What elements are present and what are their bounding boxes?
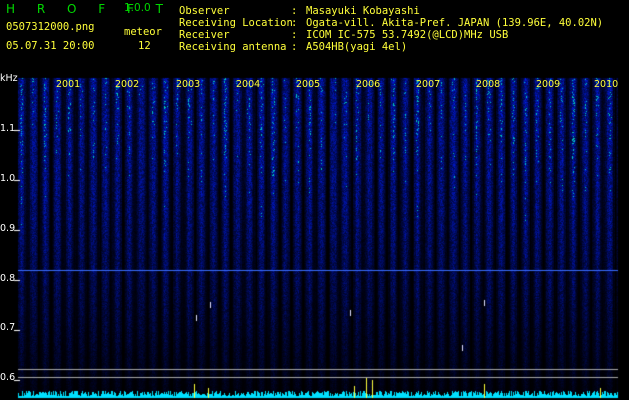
meteor-counter-value: 12: [138, 40, 151, 52]
x-tick-label: 2010: [594, 79, 619, 90]
y-tick-label: 1.1: [0, 123, 16, 134]
location-value: Ogata-vill. Akita-Pref. JAPAN (139.96E, …: [306, 17, 604, 29]
y-tick-label: 1.0: [0, 173, 16, 184]
x-tick-label: 2008: [476, 79, 501, 90]
receiver-label: Receiver: [179, 29, 230, 41]
x-tick-label: 2001: [56, 79, 81, 90]
y-tick-label: 0.6: [0, 372, 16, 383]
file-name: 0507312000.png: [6, 21, 95, 33]
receiver-value: ICOM IC-575 53.7492(@LCD)MHz USB: [306, 29, 509, 41]
timestamp: 05.07.31 20:00: [6, 40, 95, 52]
x-tick-label: 2002: [115, 79, 140, 90]
spectrogram: [0, 0, 629, 400]
y-tick-label: 0.9: [0, 223, 16, 234]
y-tick-label: 0.7: [0, 322, 16, 333]
x-tick-label: 2006: [356, 79, 381, 90]
antenna-value: A504HB(yagi 4el): [306, 41, 408, 53]
y-tick-label: 0.8: [0, 273, 16, 284]
x-tick-label: 2007: [416, 79, 441, 90]
colon: :: [291, 29, 298, 41]
observer-value: Masayuki Kobayashi: [306, 5, 420, 17]
y-axis-unit: kHz: [0, 73, 18, 84]
meteor-counter-label: meteor: [124, 26, 162, 38]
colon: :: [291, 5, 298, 17]
colon: :: [291, 41, 298, 53]
app-version: 1.0.0: [124, 2, 151, 14]
x-tick-label: 2004: [236, 79, 261, 90]
observer-label: Observer: [179, 5, 230, 17]
antenna-label: Receiving antenna: [179, 41, 287, 53]
location-label: Receiving Location: [179, 17, 293, 29]
x-tick-label: 2003: [176, 79, 201, 90]
x-tick-label: 2005: [296, 79, 321, 90]
x-tick-label: 2009: [536, 79, 561, 90]
colon: :: [291, 17, 298, 29]
